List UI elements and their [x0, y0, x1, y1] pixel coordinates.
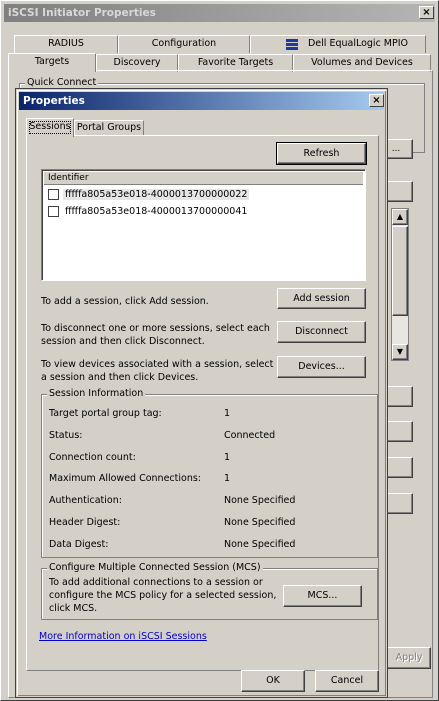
devices-label: Devices...: [298, 361, 345, 372]
session-checkbox[interactable]: [48, 189, 59, 200]
targets-list-scrollbar[interactable]: ▲ ▼: [391, 208, 409, 361]
header-digest-label: Header Digest:: [49, 517, 121, 528]
sessions-tab-panel: Refresh Identifier fffffa805a53e018-4000…: [26, 135, 379, 671]
dialog-title-bar[interactable]: Properties: [19, 92, 384, 110]
window-title-bar[interactable]: iSCSI Initiator Properties: [4, 4, 435, 22]
disconnect-label: Disconnect: [295, 326, 348, 337]
tpg-tag-label: Target portal group tag:: [49, 408, 162, 419]
max-connections-value: 1: [224, 473, 231, 484]
tab-label: Favorite Targets: [197, 57, 274, 68]
scroll-up-arrow-icon[interactable]: ▲: [392, 209, 408, 225]
tpg-tag-value: 1: [224, 408, 231, 419]
sessions-list[interactable]: Identifier fffffa805a53e018-400001370000…: [41, 169, 366, 281]
status-value: Connected: [224, 430, 276, 441]
session-row[interactable]: fffffa805a53e018-4000013700000022: [48, 188, 250, 203]
tab-dell-equallogic-mpio[interactable]: Dell EqualLogic MPIO: [250, 35, 426, 53]
tab-sessions[interactable]: Sessions: [26, 118, 74, 137]
tab-label: Targets: [34, 56, 70, 67]
connection-count-label: Connection count:: [49, 452, 136, 463]
tab-radius[interactable]: RADIUS: [14, 35, 118, 53]
scroll-down-arrow-icon[interactable]: ▼: [392, 344, 408, 360]
ok-label: OK: [266, 675, 280, 686]
devices-text-line-2: a session and then click Devices.: [41, 372, 199, 383]
disconnect-button[interactable]: Disconnect: [277, 321, 366, 343]
close-icon: ×: [422, 7, 431, 18]
session-information-label: Session Information: [47, 388, 146, 399]
mcs-text-line-2: configure the MCS policy for a selected …: [49, 590, 277, 601]
mcs-text-line-1: To add additional connections to a sessi…: [49, 577, 263, 588]
tab-label: Volumes and Devices: [311, 57, 413, 68]
cancel-button[interactable]: Cancel: [315, 670, 379, 692]
tab-targets[interactable]: Targets: [8, 53, 96, 72]
max-connections-label: Maximum Allowed Connections:: [49, 473, 201, 484]
close-icon: ×: [372, 95, 381, 106]
column-header-label: Identifier: [48, 173, 89, 183]
mcs-label: MCS...: [307, 590, 338, 601]
session-identifier: fffffa805a53e018-4000013700000022: [63, 189, 250, 200]
window-title: iSCSI Initiator Properties: [8, 7, 156, 19]
data-digest-value: None Specified: [224, 539, 296, 550]
session-row[interactable]: fffffa805a53e018-4000013700000041: [48, 205, 249, 220]
identifier-column-header[interactable]: Identifier: [44, 172, 363, 185]
cancel-label: Cancel: [330, 675, 364, 686]
tab-portal-groups[interactable]: Portal Groups: [74, 120, 144, 136]
devices-text-line-1: To view devices associated with a sessio…: [41, 359, 274, 370]
disconnect-text-line-2: session and then click Disconnect.: [41, 336, 205, 347]
ok-button[interactable]: OK: [241, 670, 305, 692]
tab-label: Discovery: [113, 57, 161, 68]
server-icon: [286, 39, 298, 50]
dialog-title: Properties: [23, 95, 85, 107]
authentication-value: None Specified: [224, 495, 296, 506]
tab-configuration[interactable]: Configuration: [118, 35, 250, 53]
mcs-button[interactable]: MCS...: [283, 585, 362, 607]
refresh-button[interactable]: Refresh: [276, 142, 367, 165]
add-session-text: To add a session, click Add session.: [41, 296, 209, 307]
mcs-text-line-3: click MCS.: [49, 603, 98, 614]
scroll-thumb[interactable]: [392, 226, 408, 316]
tab-label: Configuration: [151, 38, 217, 49]
dialog-close-button[interactable]: ×: [369, 94, 384, 107]
session-checkbox[interactable]: [48, 206, 59, 217]
add-session-label: Add session: [293, 293, 350, 304]
connection-count-value: 1: [224, 452, 231, 463]
window-close-button[interactable]: ×: [419, 6, 434, 19]
header-digest-value: None Specified: [224, 517, 296, 528]
refresh-label: Refresh: [303, 148, 340, 159]
properties-dialog: Properties × Sessions Portal Groups Refr…: [15, 88, 388, 698]
quick-connect-label: Quick Connect: [25, 77, 99, 88]
devices-button[interactable]: Devices...: [277, 356, 366, 378]
authentication-label: Authentication:: [49, 495, 122, 506]
tab-label: RADIUS: [48, 38, 84, 49]
data-digest-label: Data Digest:: [49, 539, 109, 550]
disconnect-text-line-1: To disconnect one or more sessions, sele…: [41, 323, 270, 334]
tab-label: Sessions: [29, 121, 71, 132]
session-identifier: fffffa805a53e018-4000013700000041: [65, 206, 248, 217]
apply-label: Apply: [395, 652, 423, 663]
add-session-button[interactable]: Add session: [277, 288, 366, 309]
more-info-link[interactable]: More Information on iSCSI Sessions: [39, 630, 207, 643]
tab-label: Portal Groups: [76, 122, 142, 133]
status-label: Status:: [49, 430, 83, 441]
mcs-group-label: Configure Multiple Connected Session (MC…: [47, 562, 263, 573]
